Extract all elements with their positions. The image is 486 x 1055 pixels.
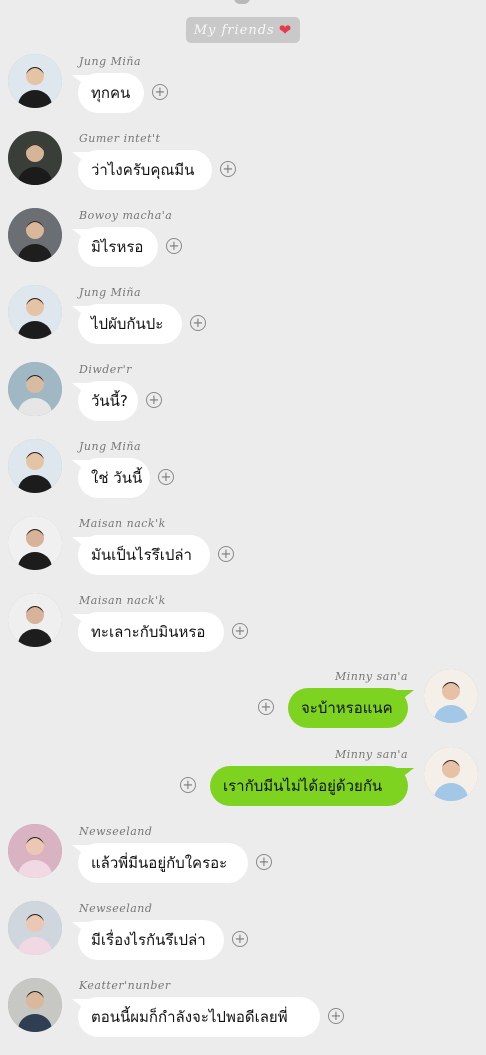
message-bubble[interactable]: ใช่ วันนี้ [78, 458, 150, 498]
message-row: Maisan nack'k มันเป็นไรรึเปล่า + [0, 516, 486, 593]
message-bubble[interactable]: เรากับมีนไม่ได้อยู่ด้วยกัน [210, 766, 408, 806]
scroll-indicator [234, 0, 250, 4]
sender-name: Keatter'nunber [79, 979, 171, 992]
add-reaction-icon[interactable]: + [220, 161, 236, 177]
add-reaction-icon[interactable]: + [152, 84, 168, 100]
add-reaction-icon[interactable]: + [158, 469, 174, 485]
message-row: Minny san'a เรากับมีนไม่ได้อยู่ด้วยกัน + [0, 747, 486, 824]
message-bubble[interactable]: ไปผับกันปะ [78, 304, 182, 344]
message-row: Diwder'r วันนี้? + [0, 362, 486, 439]
sender-name: Newseeland [79, 825, 153, 838]
message-bubble[interactable]: แล้วพี่มีนอยู่กับใครอะ [78, 843, 248, 883]
message-row: Jung Miña ไปผับกันปะ + [0, 285, 486, 362]
add-reaction-icon[interactable]: + [190, 315, 206, 331]
sender-name: Diwder'r [79, 363, 132, 376]
avatar-jung-mina[interactable] [8, 439, 62, 493]
sender-name: Maisan nack'k [79, 517, 166, 530]
add-reaction-icon[interactable]: + [328, 1008, 344, 1024]
add-reaction-icon[interactable]: + [232, 931, 248, 947]
avatar-minny[interactable] [424, 747, 478, 801]
avatar-minny[interactable] [424, 669, 478, 723]
add-reaction-icon[interactable]: + [146, 392, 162, 408]
sender-name: Gumer intet't [79, 132, 161, 145]
avatar-jung-mina[interactable] [8, 54, 62, 108]
message-row: Gumer intet't ว่าไงครับคุณมีน + [0, 131, 486, 208]
sender-name: Jung Miña [79, 440, 142, 453]
add-reaction-icon[interactable]: + [218, 546, 234, 562]
message-bubble[interactable]: มิไรหรอ [78, 227, 158, 267]
avatar-diwder[interactable] [8, 362, 62, 416]
message-bubble[interactable]: มันเป็นไรรึเปล่า [78, 535, 210, 575]
add-reaction-icon[interactable]: + [180, 777, 196, 793]
message-bubble[interactable]: ว่าไงครับคุณมีน [78, 150, 212, 190]
add-reaction-icon[interactable]: + [232, 623, 248, 639]
message-row: Keatter'nunber ตอนนี้ผมก็กำลังจะไปพอดีเลย… [0, 978, 486, 1055]
message-bubble[interactable]: ทุกคน [78, 73, 144, 113]
chat-title-text: My friends [193, 22, 275, 38]
message-bubble[interactable]: จะบ้าหรอแนค [288, 688, 408, 728]
message-row: Maisan nack'k ทะเลาะกับมินหรอ + [0, 593, 486, 670]
heart-icon: ❤ [278, 21, 293, 39]
message-row: Newseeland มีเรื่องไรกันรึเปล่า + [0, 901, 486, 978]
message-bubble[interactable]: วันนี้? [78, 381, 138, 421]
avatar-newseeland[interactable] [8, 824, 62, 878]
message-bubble[interactable]: มีเรื่องไรกันรึเปล่า [78, 920, 224, 960]
add-reaction-icon[interactable]: + [256, 854, 272, 870]
avatar-maisan[interactable] [8, 516, 62, 570]
message-row: Minny san'a จะบ้าหรอแนค + [0, 669, 486, 746]
message-row: Jung Miña ทุกคน + [0, 54, 486, 131]
sender-name: Newseeland [79, 902, 153, 915]
message-bubble[interactable]: ทะเลาะกับมินหรอ [78, 612, 224, 652]
sender-name: Minny san'a [334, 670, 408, 683]
add-reaction-icon[interactable]: + [166, 238, 182, 254]
message-row: Newseeland แล้วพี่มีนอยู่กับใครอะ + [0, 824, 486, 901]
avatar-jung-mina[interactable] [8, 285, 62, 339]
avatar-gumer[interactable] [8, 131, 62, 185]
message-row: Bowoy macha'a มิไรหรอ + [0, 208, 486, 285]
avatar-newseeland[interactable] [8, 901, 62, 955]
chat-group-title: My friends ❤ [186, 17, 300, 43]
sender-name: Maisan nack'k [79, 594, 166, 607]
sender-name: Jung Miña [79, 286, 142, 299]
sender-name: Minny san'a [334, 748, 408, 761]
add-reaction-icon[interactable]: + [258, 699, 274, 715]
sender-name: Bowoy macha'a [79, 209, 173, 222]
avatar-bowoy[interactable] [8, 208, 62, 262]
avatar-maisan[interactable] [8, 593, 62, 647]
message-row: Jung Miña ใช่ วันนี้ + [0, 439, 486, 516]
message-bubble[interactable]: ตอนนี้ผมก็กำลังจะไปพอดีเลยพี่ [78, 997, 320, 1037]
sender-name: Jung Miña [79, 55, 142, 68]
